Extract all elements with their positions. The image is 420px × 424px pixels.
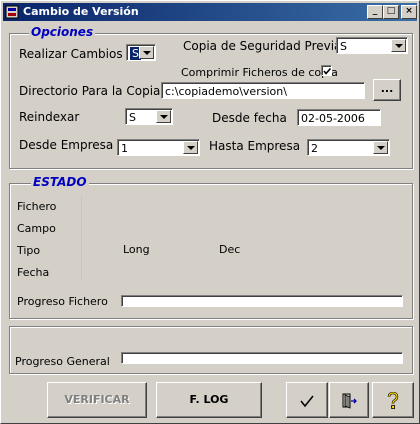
progreso-general-label: Progreso General [15, 355, 110, 368]
directorio-input[interactable]: c:\copiademo\version\ [161, 82, 365, 99]
exit-button[interactable] [329, 382, 369, 418]
tipo-label: Tipo [17, 244, 41, 257]
estado-legend: ESTADO [31, 175, 89, 189]
realizar-cambios-select[interactable]: S [126, 44, 156, 61]
copia-seguridad-label: Copia de Seguridad Previa [183, 39, 342, 53]
comprimir-label: Comprimir Ficheros de copia [181, 66, 338, 79]
tipo-dec-label: Dec [219, 243, 241, 256]
copia-seguridad-select[interactable]: S [336, 37, 408, 54]
hasta-empresa-select[interactable]: 2 [307, 139, 390, 156]
estado-separator [81, 196, 82, 280]
desde-fecha-input[interactable]: 02-05-2006 [297, 109, 381, 126]
chevron-down-icon[interactable] [156, 110, 171, 123]
window: Cambio de Versión _ □ × Opciones Realiza… [0, 0, 420, 424]
chevron-down-icon[interactable] [373, 141, 388, 154]
chevron-down-icon[interactable] [183, 141, 198, 154]
maximize-button[interactable]: □ [383, 5, 399, 19]
directorio-label: Directorio Para la Copia: [19, 84, 165, 98]
chevron-down-icon[interactable] [139, 46, 154, 59]
realizar-cambios-label: Realizar Cambios [19, 47, 123, 61]
campo-label: Campo [17, 222, 56, 235]
help-button[interactable] [372, 382, 414, 418]
ok-button[interactable] [286, 382, 328, 418]
title-bar[interactable]: Cambio de Versión _ □ × [3, 3, 417, 21]
flog-button[interactable]: F. LOG [156, 382, 262, 418]
reindexar-label: Reindexar [19, 110, 80, 124]
fecha-label: Fecha [17, 266, 50, 279]
close-button[interactable]: × [401, 5, 417, 19]
opciones-legend: Opciones [29, 25, 96, 39]
exit-door-icon [342, 393, 357, 409]
browse-button[interactable]: ... [373, 79, 401, 101]
chevron-down-icon[interactable] [391, 39, 406, 52]
comprimir-checkbox[interactable] [321, 65, 332, 76]
progreso-general-bar [121, 352, 403, 364]
checkmark-icon [300, 395, 314, 408]
desde-empresa-label: Desde Empresa [19, 138, 114, 152]
tipo-long-label: Long [123, 243, 150, 256]
window-title: Cambio de Versión [23, 5, 139, 18]
progreso-fichero-label: Progreso Fichero [17, 295, 108, 308]
checkmark-icon [323, 67, 332, 75]
app-icon [5, 5, 19, 19]
minimize-button[interactable]: _ [367, 5, 383, 19]
hasta-empresa-label: Hasta Empresa [209, 139, 301, 153]
desde-empresa-select[interactable]: 1 [117, 139, 200, 156]
verificar-button[interactable]: VERIFICAR [47, 382, 147, 418]
desde-fecha-label: Desde fecha [212, 111, 287, 125]
fichero-label: Fichero [17, 200, 57, 213]
progreso-fichero-bar [121, 295, 403, 307]
help-icon [387, 391, 399, 409]
reindexar-select[interactable]: S [125, 108, 173, 125]
